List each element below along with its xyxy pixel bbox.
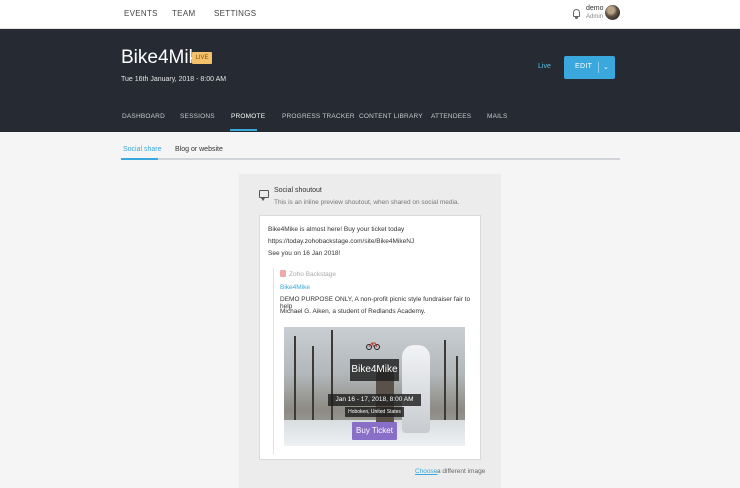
edit-label: EDIT [575,63,593,70]
live-badge: LIVE [192,52,212,64]
image-tree [444,340,446,426]
event-date: Tue 16th January, 2018 - 8:00 AM [121,76,227,83]
nav-events[interactable]: EVENTS [124,9,158,18]
event-header: Bike4Mike LIVE Tue 16th January, 2018 - … [0,29,740,132]
event-description-line: Michael G. Aiken, a student of Redlands … [280,308,426,315]
choose-image-text: a different image [437,468,486,475]
tab-sessions[interactable]: SESSIONS [180,113,215,120]
tab-attendees[interactable]: ATTENDEES [431,113,471,120]
source-label: Zoho Backstage [289,271,336,278]
avatar[interactable] [605,5,620,20]
post-url[interactable]: https://today.zohobackstage.com/site/Bik… [268,238,414,245]
tab-mails[interactable]: MAILS [487,113,508,120]
buy-ticket-button[interactable]: Buy Ticket [352,422,397,440]
edit-button[interactable]: EDIT ⌄ [564,56,615,79]
event-status: Live [538,63,551,70]
subtab-divider [121,158,620,160]
subtab-active-indicator [121,158,158,160]
nav-team[interactable]: TEAM [172,9,195,18]
bike-icon [366,342,380,350]
shoutout-preview: Bike4Mike is almost here! Buy your ticke… [259,215,481,460]
bell-icon[interactable] [573,9,580,19]
event-cover-image: Bike4Mike Jan 16 - 17, 2018, 8:00 AM (ES… [284,327,465,446]
subtab-social-share[interactable]: Social share [123,146,162,153]
shoutout-title: Social shoutout [274,187,322,194]
image-event-location: Hoboken, United States [345,407,404,417]
image-person [402,345,430,433]
chat-bubble-icon [259,190,269,201]
chevron-down-icon[interactable]: ⌄ [603,63,609,71]
post-text-line: Bike4Mike is almost here! Buy your ticke… [268,226,405,233]
zoho-backstage-icon [280,270,286,277]
choose-image-link[interactable]: Choose [415,468,437,475]
event-link[interactable]: Bike4Mike [280,284,310,291]
quote-bar [273,268,274,454]
nav-settings[interactable]: SETTINGS [214,9,256,18]
subtab-blog-or-website[interactable]: Blog or website [175,146,223,153]
tab-dashboard[interactable]: DASHBOARD [122,113,165,120]
tab-progress-tracker[interactable]: PROGRESS TRACKER [282,113,355,120]
image-tree [456,356,458,426]
social-shoutout-panel: Social shoutout This is an inline previe… [239,174,501,488]
tab-content-library[interactable]: CONTENT LIBRARY [359,113,423,120]
shoutout-description: This is an inline preview shoutout, when… [274,199,460,206]
image-event-date: Jan 16 - 17, 2018, 8:00 AM (EST) [328,394,421,415]
tab-promote[interactable]: PROMOTE [231,113,265,120]
image-tree [312,346,314,426]
top-nav: EVENTS TEAM SETTINGS demo Admin [0,0,740,29]
active-tab-indicator [230,129,257,131]
image-event-title: Bike4Mike [350,359,399,381]
post-text-line: See you on 16 Jan 2018! [268,250,341,257]
edit-divider [598,62,599,73]
user-name[interactable]: demo [586,5,604,12]
image-tree [294,336,296,426]
image-tree [331,330,333,426]
user-role: Admin [586,14,604,20]
